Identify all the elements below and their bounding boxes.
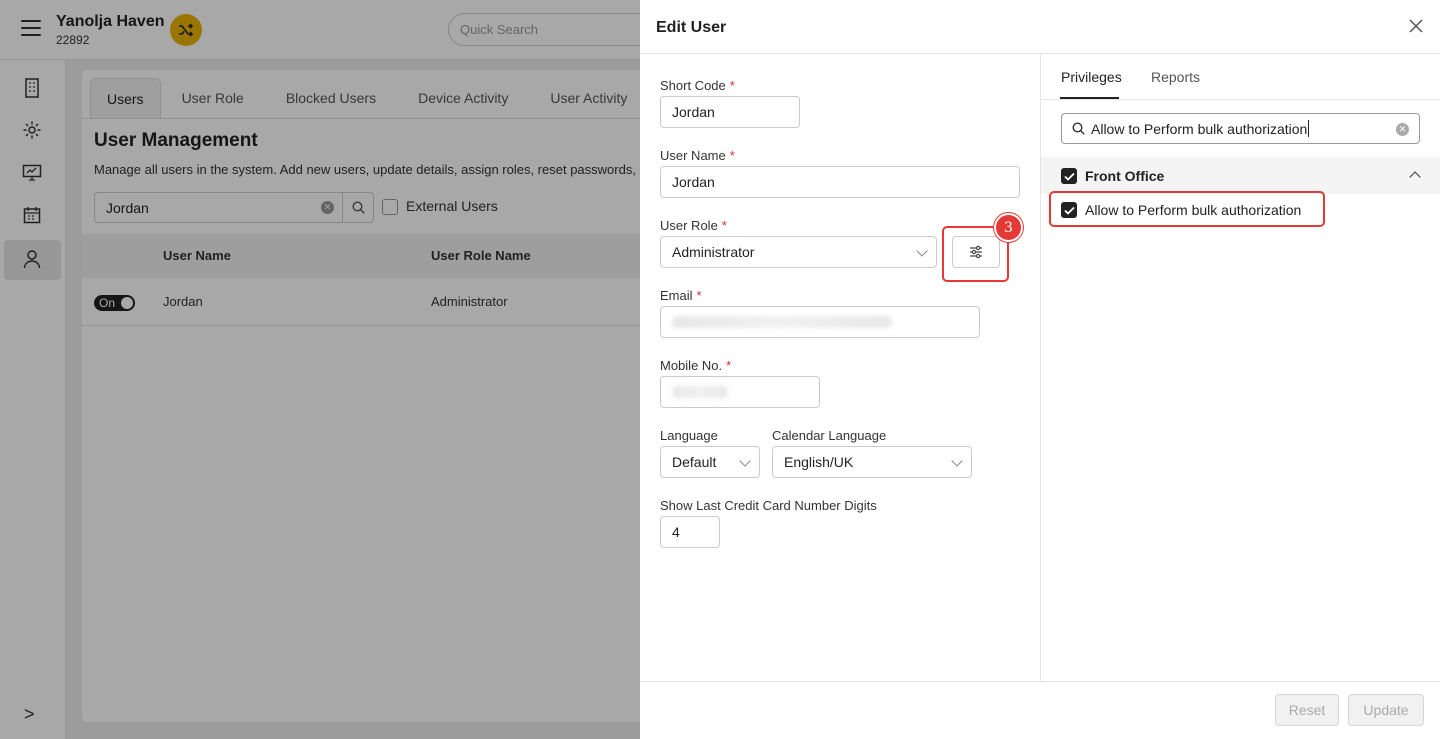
- user-name-label: User Name *: [660, 148, 735, 163]
- cc-digits-label: Show Last Credit Card Number Digits: [660, 498, 877, 513]
- privilege-group-front-office[interactable]: Front Office: [1041, 157, 1440, 194]
- right-tabs-divider: [1041, 99, 1440, 100]
- active-tab-indicator: [1060, 97, 1119, 99]
- drawer-title: Edit User: [656, 19, 727, 36]
- clear-icon[interactable]: ✕: [1396, 123, 1409, 136]
- close-icon[interactable]: [1408, 18, 1424, 34]
- chevron-down-icon: [916, 245, 928, 257]
- redacted-email: [672, 316, 892, 328]
- update-button[interactable]: Update: [1348, 694, 1424, 726]
- reset-button[interactable]: Reset: [1275, 694, 1339, 726]
- user-role-select[interactable]: Administrator: [660, 236, 937, 268]
- checkmark-icon: [1063, 172, 1075, 181]
- short-code-label: Short Code *: [660, 78, 735, 93]
- highlight-box-privilege: [1049, 191, 1325, 227]
- chevron-down-icon: [739, 455, 751, 467]
- user-name-field[interactable]: Jordan: [660, 166, 1020, 198]
- group-label: Front Office: [1085, 168, 1165, 184]
- group-checkbox[interactable]: [1061, 168, 1077, 184]
- tab-reports[interactable]: Reports: [1151, 69, 1200, 85]
- text-cursor: [1308, 120, 1310, 137]
- mobile-field[interactable]: [660, 376, 820, 408]
- edit-user-drawer: Edit User Short Code * Jordan User Name * …: [640, 0, 1440, 739]
- calendar-language-select[interactable]: English/UK: [772, 446, 972, 478]
- chevron-down-icon: [951, 455, 963, 467]
- search-icon: [1072, 122, 1085, 135]
- user-role-label: User Role *: [660, 218, 727, 233]
- cc-digits-field[interactable]: 4: [660, 516, 720, 548]
- email-label: Email *: [660, 288, 702, 303]
- chevron-up-icon[interactable]: [1409, 171, 1421, 183]
- calendar-language-value: English/UK: [784, 454, 854, 470]
- tab-privileges[interactable]: Privileges: [1061, 69, 1122, 85]
- user-role-value: Administrator: [672, 244, 755, 260]
- privilege-search-input[interactable]: Allow to Perform bulk authorization ✕: [1061, 113, 1420, 144]
- privilege-search-value: Allow to Perform bulk authorization: [1091, 120, 1308, 137]
- redacted-mobile: [672, 386, 728, 398]
- language-label: Language: [660, 428, 718, 443]
- language-value: Default: [672, 454, 717, 470]
- calendar-language-label: Calendar Language: [772, 428, 887, 443]
- language-select[interactable]: Default: [660, 446, 760, 478]
- mobile-label: Mobile No. *: [660, 358, 732, 373]
- email-field[interactable]: [660, 306, 980, 338]
- column-divider: [1040, 54, 1041, 681]
- short-code-field[interactable]: Jordan: [660, 96, 800, 128]
- step-badge: 3: [994, 213, 1023, 242]
- footer-divider: [640, 681, 1440, 682]
